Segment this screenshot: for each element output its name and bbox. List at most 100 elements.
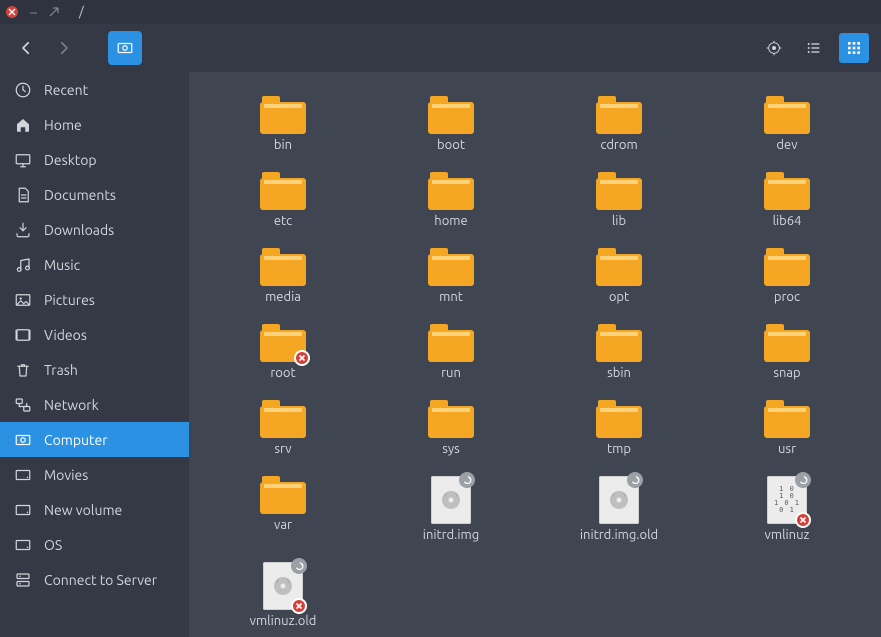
- forward-button[interactable]: [50, 34, 78, 62]
- file-item[interactable]: lib: [535, 166, 703, 234]
- sidebar: Recent Home Desktop Documents Downloads Music…: [0, 72, 189, 637]
- file-label: snap: [773, 366, 800, 380]
- back-button[interactable]: [12, 34, 40, 62]
- file-item[interactable]: vmlinuz.old: [199, 556, 367, 634]
- path-root-chip[interactable]: [108, 31, 142, 65]
- folder-icon: [596, 324, 642, 362]
- file-item[interactable]: usr: [703, 394, 871, 462]
- file-item[interactable]: initrd.img: [367, 470, 535, 548]
- file-item[interactable]: home: [367, 166, 535, 234]
- file-label: initrd.img.old: [580, 528, 658, 542]
- sidebar-item-label: Videos: [44, 327, 87, 343]
- sidebar-item-network[interactable]: Network: [0, 387, 189, 422]
- file-item[interactable]: lib64: [703, 166, 871, 234]
- sidebar-item-music[interactable]: Music: [0, 247, 189, 282]
- drive-icon: [14, 536, 32, 554]
- symlink-emblem-icon: [291, 558, 307, 574]
- sidebar-item-label: Music: [44, 257, 80, 273]
- folder-icon: [596, 248, 642, 286]
- folder-icon: [764, 172, 810, 210]
- file-label: srv: [274, 442, 291, 456]
- minimize-button[interactable]: –: [30, 5, 37, 19]
- file-item[interactable]: mnt: [367, 242, 535, 310]
- sidebar-item-downloads[interactable]: Downloads: [0, 212, 189, 247]
- sidebar-item-recent[interactable]: Recent: [0, 72, 189, 107]
- file-item[interactable]: sbin: [535, 318, 703, 386]
- file-item[interactable]: sys: [367, 394, 535, 462]
- noaccess-badge-icon: [795, 512, 811, 528]
- sidebar-item-connect[interactable]: Connect to Server: [0, 562, 189, 597]
- sidebar-item-new-volume[interactable]: New volume: [0, 492, 189, 527]
- sidebar-item-documents[interactable]: Documents: [0, 177, 189, 212]
- drive-icon: [14, 501, 32, 519]
- sidebar-item-desktop[interactable]: Desktop: [0, 142, 189, 177]
- symlink-emblem-icon: [795, 472, 811, 488]
- file-label: sys: [442, 442, 460, 456]
- folder-icon: [764, 248, 810, 286]
- noaccess-badge-icon: [294, 350, 310, 366]
- sidebar-item-label: Pictures: [44, 292, 95, 308]
- sidebar-item-movies[interactable]: Movies: [0, 457, 189, 492]
- folder-icon: [596, 400, 642, 438]
- file-item[interactable]: run: [367, 318, 535, 386]
- folder-icon: [428, 324, 474, 362]
- titlebar: – /: [0, 0, 881, 24]
- folder-icon: [596, 96, 642, 134]
- list-view-button[interactable]: [799, 33, 829, 63]
- file-label: boot: [437, 138, 465, 152]
- sidebar-item-computer[interactable]: Computer: [0, 422, 189, 457]
- file-item[interactable]: srv: [199, 394, 367, 462]
- file-label: root: [270, 366, 295, 380]
- drive-icon: [14, 466, 32, 484]
- folder-icon: [260, 248, 306, 286]
- file-item[interactable]: boot: [367, 90, 535, 158]
- sidebar-item-label: New volume: [44, 502, 122, 518]
- symlink-emblem-icon: [459, 472, 475, 488]
- content-area[interactable]: bin boot cdrom dev etchome lib lib64 media mnt op…: [189, 72, 881, 637]
- folder-icon: [428, 400, 474, 438]
- doc-icon: [14, 186, 32, 204]
- file-item[interactable]: snap: [703, 318, 871, 386]
- file-item[interactable]: proc: [703, 242, 871, 310]
- sidebar-item-os[interactable]: OS: [0, 527, 189, 562]
- file-item[interactable]: bin: [199, 90, 367, 158]
- sidebar-item-label: Network: [44, 397, 99, 413]
- sidebar-item-label: Home: [44, 117, 82, 133]
- file-label: usr: [778, 442, 796, 456]
- close-button[interactable]: [6, 6, 18, 18]
- file-item[interactable]: media: [199, 242, 367, 310]
- file-label: sbin: [607, 366, 631, 380]
- file-item[interactable]: root: [199, 318, 367, 386]
- sidebar-item-videos[interactable]: Videos: [0, 317, 189, 352]
- file-item[interactable]: etc: [199, 166, 367, 234]
- file-label: mnt: [439, 290, 463, 304]
- sidebar-item-trash[interactable]: Trash: [0, 352, 189, 387]
- file-label: cdrom: [600, 138, 637, 152]
- locate-button[interactable]: [759, 33, 789, 63]
- sidebar-item-home[interactable]: Home: [0, 107, 189, 142]
- file-item[interactable]: dev: [703, 90, 871, 158]
- file-item[interactable]: tmp: [535, 394, 703, 462]
- file-item[interactable]: 1 01 01 0 10 1vmlinuz: [703, 470, 871, 548]
- file-icon: [599, 476, 639, 524]
- computer-icon: [14, 431, 32, 449]
- file-item[interactable]: initrd.img.old: [535, 470, 703, 548]
- video-icon: [14, 326, 32, 344]
- file-item[interactable]: opt: [535, 242, 703, 310]
- folder-icon: [260, 172, 306, 210]
- folder-icon: [764, 400, 810, 438]
- folder-icon: [260, 96, 306, 134]
- file-item[interactable]: var: [199, 470, 367, 548]
- file-item[interactable]: cdrom: [535, 90, 703, 158]
- sidebar-item-pictures[interactable]: Pictures: [0, 282, 189, 317]
- file-label: lib64: [773, 214, 802, 228]
- file-label: tmp: [607, 442, 631, 456]
- window-title: /: [79, 5, 84, 19]
- maximize-button[interactable]: [49, 4, 59, 20]
- sidebar-item-label: Movies: [44, 467, 88, 483]
- sidebar-item-label: OS: [44, 537, 62, 553]
- symlink-emblem-icon: [627, 472, 643, 488]
- sidebar-item-label: Documents: [44, 187, 116, 203]
- file-label: lib: [612, 214, 626, 228]
- icon-view-button[interactable]: [839, 33, 869, 63]
